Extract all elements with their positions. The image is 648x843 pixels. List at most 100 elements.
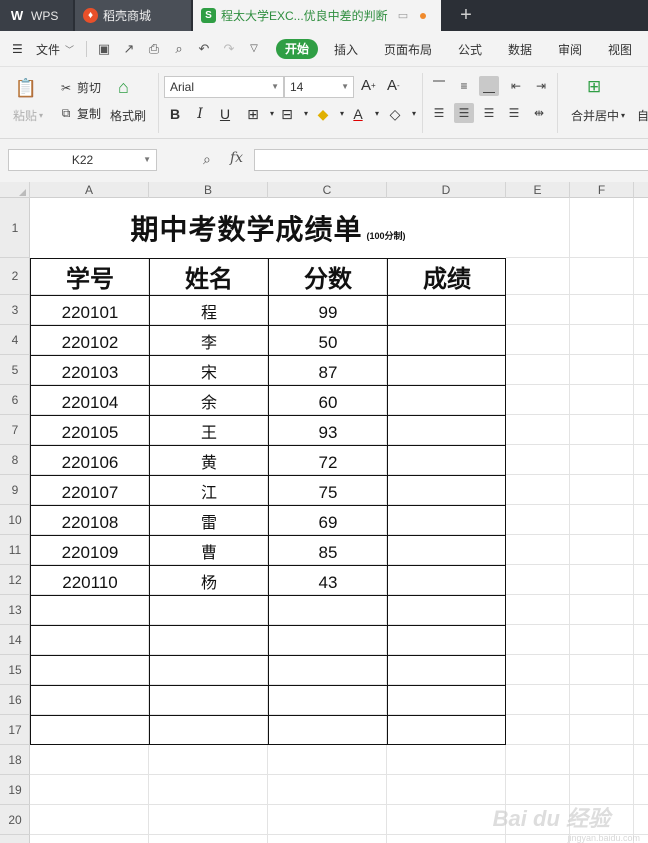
decrease-font-icon[interactable]: A- — [387, 77, 400, 94]
increase-font-icon[interactable]: A + — [361, 77, 376, 94]
cell-area[interactable]: 期中考数学成绩单 (100分制) 学号 姓名 分数 成绩 220101 程 99 22… — [30, 198, 648, 843]
tab-active-document[interactable]: S 程太大学EXC...优良中差的判断 ▭ — [193, 0, 441, 31]
sheet-title-cell[interactable]: 期中考数学成绩单 (100分制) — [30, 198, 506, 258]
cell-grade[interactable] — [388, 326, 506, 356]
cell-score[interactable]: 50 — [269, 326, 387, 356]
cell-grade[interactable] — [388, 536, 506, 566]
zoom-search-icon[interactable]: ⌕ — [203, 151, 211, 168]
header-student-id[interactable]: 学号 — [31, 259, 149, 296]
select-all-corner[interactable] — [0, 182, 30, 198]
copy-button[interactable]: ⧉ 复制 — [58, 105, 101, 122]
row-header[interactable]: 15 — [0, 655, 30, 685]
row-header[interactable]: 11 — [0, 535, 30, 565]
row-header[interactable]: 10 — [0, 505, 30, 535]
auto-wrap-button[interactable]: 自 — [637, 107, 648, 124]
export-icon[interactable]: ↗ — [121, 41, 137, 57]
cell-grade[interactable] — [388, 386, 506, 416]
cell-grade[interactable] — [388, 566, 506, 596]
name-box[interactable]: K22 ▼ — [8, 149, 157, 171]
clear-dropdown-icon[interactable]: ▾ — [404, 104, 424, 124]
clear-format-eraser-icon[interactable]: ◇ — [385, 104, 405, 124]
cell-student-name[interactable]: 雷 — [150, 506, 268, 536]
redo-icon[interactable]: ↷ — [221, 41, 237, 57]
header-score[interactable]: 分数 — [269, 259, 387, 296]
row-header[interactable]: 16 — [0, 685, 30, 715]
menu-start-tab[interactable]: 开始 — [276, 39, 318, 59]
align-top-icon[interactable]: ⎺ — [429, 76, 449, 96]
cell-score[interactable]: 93 — [269, 416, 387, 446]
column-header-f[interactable]: F — [570, 182, 634, 198]
new-tab-button[interactable]: + — [452, 0, 480, 31]
column-header-e[interactable]: E — [506, 182, 570, 198]
insert-function-fx-icon[interactable]: fx — [230, 150, 243, 166]
align-middle-icon[interactable]: ≡ — [454, 76, 474, 96]
cell-grade[interactable] — [388, 476, 506, 506]
print-icon[interactable]: ⎙ — [146, 41, 162, 57]
tab-unsaved-dot-icon[interactable] — [420, 12, 427, 19]
cell-student-name[interactable]: 江 — [150, 476, 268, 506]
tab-docer-store[interactable]: ♦ 稻壳商城 — [75, 0, 191, 31]
menu-insert[interactable]: 插入 — [334, 31, 358, 67]
cell-student-id[interactable]: 220103 — [31, 356, 149, 386]
row-header[interactable]: 3 — [0, 295, 30, 325]
row-header[interactable]: 17 — [0, 715, 30, 745]
cell-grade[interactable] — [388, 356, 506, 386]
bold-icon[interactable]: B — [165, 104, 185, 124]
align-center-icon[interactable]: ☰ — [454, 103, 474, 123]
menu-review[interactable]: 审阅 — [558, 31, 582, 67]
column-header-c[interactable]: C — [268, 182, 387, 198]
row-header[interactable]: 13 — [0, 595, 30, 625]
column-header-b[interactable]: B — [149, 182, 268, 198]
header-grade[interactable]: 成绩 — [388, 259, 506, 296]
cell-score[interactable]: 72 — [269, 446, 387, 476]
format-painter-brush-icon[interactable]: ⌂ — [118, 77, 129, 98]
distributed-icon[interactable]: ⇹ — [529, 103, 549, 123]
row-header[interactable]: 18 — [0, 745, 30, 775]
cell-student-id[interactable]: 220101 — [31, 296, 149, 326]
align-right-icon[interactable]: ☰ — [479, 103, 499, 123]
underline-icon[interactable]: U — [215, 104, 235, 124]
formula-input[interactable] — [254, 149, 648, 171]
font-name-select[interactable]: Arial ▼ — [164, 76, 284, 98]
cell-student-id[interactable]: 220106 — [31, 446, 149, 476]
quick-access-dropdown-icon[interactable]: ▽ — [246, 41, 262, 57]
cell-student-id[interactable]: 220102 — [31, 326, 149, 356]
paste-icon[interactable]: 📋 — [14, 75, 38, 101]
border-icon[interactable]: ⊞ — [243, 104, 263, 124]
cell-student-id[interactable]: 220108 — [31, 506, 149, 536]
column-header-a[interactable]: A — [30, 182, 149, 198]
cell-student-name[interactable]: 程 — [150, 296, 268, 326]
undo-icon[interactable]: ↶ — [196, 41, 212, 57]
cell-grade[interactable] — [388, 506, 506, 536]
cell-score[interactable]: 69 — [269, 506, 387, 536]
row-header[interactable]: 12 — [0, 565, 30, 595]
row-header[interactable]: 8 — [0, 445, 30, 475]
cell-student-name[interactable]: 宋 — [150, 356, 268, 386]
cell-score[interactable]: 85 — [269, 536, 387, 566]
align-left-icon[interactable]: ☰ — [429, 103, 449, 123]
font-color-dropdown-icon[interactable]: ▾ — [367, 104, 387, 124]
save-icon[interactable]: ▣ — [96, 41, 112, 57]
font-size-select[interactable]: 14 ▼ — [284, 76, 354, 98]
menu-file[interactable]: 文件 ﹀ — [36, 31, 74, 67]
fill-color-icon[interactable]: ◆ — [313, 104, 333, 124]
cell-student-name[interactable]: 王 — [150, 416, 268, 446]
cell-score[interactable]: 87 — [269, 356, 387, 386]
cell-student-id[interactable]: 220109 — [31, 536, 149, 566]
column-header-d[interactable]: D — [387, 182, 506, 198]
cell-student-name[interactable]: 余 — [150, 386, 268, 416]
cell-grade[interactable] — [388, 296, 506, 326]
row-header[interactable]: 14 — [0, 625, 30, 655]
row-header[interactable]: 20 — [0, 805, 30, 835]
increase-indent-icon[interactable]: ⇥ — [531, 76, 551, 96]
italic-icon[interactable]: I — [190, 104, 210, 124]
row-header[interactable]: 5 — [0, 355, 30, 385]
cell-score[interactable]: 75 — [269, 476, 387, 506]
row-header[interactable]: 9 — [0, 475, 30, 505]
cell-student-name[interactable]: 曹 — [150, 536, 268, 566]
menu-page-layout[interactable]: 页面布局 — [384, 31, 432, 67]
format-painter-button[interactable]: 格式刷 — [110, 107, 146, 124]
cell-student-id[interactable]: 220107 — [31, 476, 149, 506]
paste-button[interactable]: 粘贴 ▾ — [13, 107, 43, 124]
cell-style-icon[interactable]: ⊟ — [277, 104, 297, 124]
